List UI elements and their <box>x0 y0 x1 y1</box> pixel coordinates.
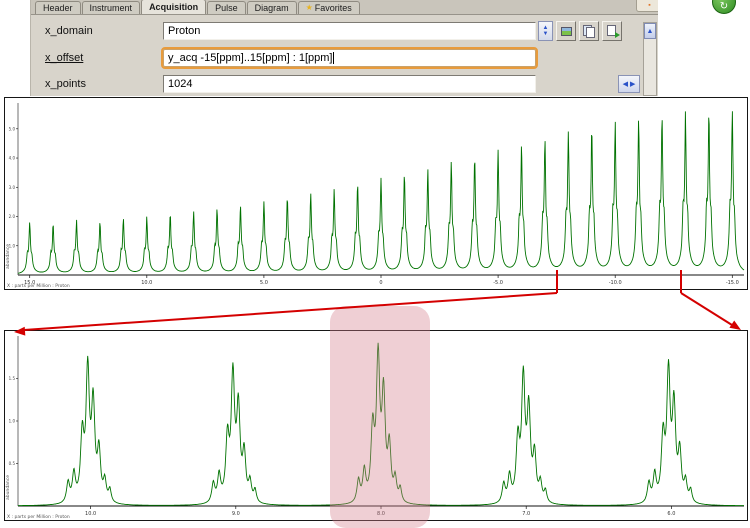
screen: Header Instrument Acquisition Pulse Diagram ★… <box>0 0 750 528</box>
x-offset-value: y_acq -15[ppm]..15[ppm] : 1[ppm] <box>168 52 332 64</box>
x-tick-label: 7.0 <box>522 511 530 517</box>
x-tick-label: 10.0 <box>85 511 96 517</box>
y-axis-label: abundance <box>5 475 11 500</box>
tab-label: Pulse <box>215 3 238 13</box>
stepper-left-icon[interactable]: ◀ <box>623 80 628 88</box>
stepper-down-icon[interactable]: ▼ <box>543 31 549 37</box>
x-offset-input[interactable]: y_acq -15[ppm]..15[ppm] : 1[ppm] <box>163 49 536 67</box>
tab-bar: Header Instrument Acquisition Pulse Diagram ★… <box>31 0 658 15</box>
scrollbar-up-button[interactable]: ▲ <box>644 23 656 39</box>
picture-icon <box>561 27 572 36</box>
refresh-icon: ↻ <box>720 1 728 13</box>
tab-pulse[interactable]: Pulse <box>207 1 246 14</box>
x-offset-row: x_offset y_acq -15[ppm]..15[ppm] : 1[ppm… <box>45 48 536 68</box>
y-tick-label: 5.0 <box>9 126 16 131</box>
x-tick-label: 9.0 <box>232 511 240 517</box>
x-points-row: x_points 1024 ◀ ▶ <box>45 74 640 94</box>
stepper-right-icon[interactable]: ▶ <box>630 80 635 88</box>
copy-page-front-icon <box>586 27 595 38</box>
x-axis-label: X : parts per Million : Proton <box>7 283 70 289</box>
x-tick-label: 8.0 <box>377 511 385 517</box>
form-scrollbar[interactable]: ▲ <box>643 22 657 96</box>
zoom-right-arrowhead <box>729 321 741 331</box>
tab-diagram[interactable]: Diagram <box>247 1 297 14</box>
x-tick-label: 6.0 <box>667 511 675 517</box>
x-tick-label: -10.0 <box>609 280 622 286</box>
zoom-multiplet-spectrum-trace <box>18 343 744 506</box>
y-tick-label: 1.0 <box>9 419 16 424</box>
tab-favorites[interactable]: ★Favorites <box>298 1 360 14</box>
tab-instrument[interactable]: Instrument <box>82 1 141 14</box>
offset-array-svg: 15.010.05.00-5.0-10.0-15.01.02.03.04.05.… <box>5 98 747 289</box>
y-tick-label: 1.5 <box>9 376 16 381</box>
green-arrow-icon <box>615 32 620 38</box>
x-axis-label: X : parts per Million : Proton <box>7 514 70 520</box>
tab-acquisition[interactable]: Acquisition <box>141 0 206 14</box>
zoom-multiplet-svg: 10.0 9.0 8.0 7.0 6.0 0.5 1.0 1.5 X : parts per M… <box>5 331 747 520</box>
offset-array-plot[interactable]: 15.010.05.00-5.0-10.0-15.01.02.03.04.05.… <box>4 97 748 290</box>
toolbar-button[interactable]: ▪ <box>636 0 658 12</box>
tab-label: Diagram <box>255 3 289 13</box>
x-points-stepper[interactable]: ◀ ▶ <box>618 75 640 93</box>
acquisition-form-panel: Header Instrument Acquisition Pulse Diagram ★… <box>30 0 658 96</box>
x-domain-label: x_domain <box>45 25 163 37</box>
x-tick-label: -15.0 <box>726 280 739 286</box>
scrollbar-up-icon: ▲ <box>647 28 654 35</box>
tab-header[interactable]: Header <box>35 1 81 14</box>
tab-label: Acquisition <box>149 2 198 12</box>
zoom-right-line <box>681 293 732 325</box>
x-domain-row: x_domain Proton ▲ ▼ <box>45 21 622 41</box>
y-tick-label: 3.0 <box>9 185 16 190</box>
toolbar-button-icon: ▪ <box>648 2 650 9</box>
refresh-button[interactable]: ↻ <box>712 0 736 14</box>
tab-label: Header <box>43 3 73 13</box>
x-points-label: x_points <box>45 78 163 90</box>
x-offset-label: x_offset <box>45 52 163 64</box>
offset-array-spectrum-trace <box>18 111 744 273</box>
x-domain-input[interactable]: Proton <box>163 22 536 40</box>
zoom-left-line <box>24 293 557 330</box>
tab-label: Instrument <box>90 3 133 13</box>
x-tick-label: 0 <box>379 280 382 286</box>
zoom-multiplet-plot[interactable]: 10.0 9.0 8.0 7.0 6.0 0.5 1.0 1.5 X : parts per M… <box>4 330 748 521</box>
x-domain-stepper[interactable]: ▲ ▼ <box>538 21 553 41</box>
y-tick-label: 2.0 <box>9 214 16 219</box>
y-tick-label: 0.5 <box>9 461 16 466</box>
tab-label: Favorites <box>315 3 352 13</box>
load-list-button[interactable] <box>556 21 576 41</box>
copy-params-button[interactable] <box>579 21 599 41</box>
y-axis-label: abundance <box>5 244 11 269</box>
x-tick-label: 5.0 <box>260 280 268 286</box>
paste-params-button[interactable] <box>602 21 622 41</box>
favorites-star-icon: ★ <box>306 4 313 12</box>
x-points-input[interactable]: 1024 <box>163 75 536 93</box>
x-tick-label: 10.0 <box>141 280 152 286</box>
x-tick-label: -5.0 <box>493 280 503 286</box>
y-tick-label: 4.0 <box>9 156 16 161</box>
text-caret <box>333 52 334 64</box>
